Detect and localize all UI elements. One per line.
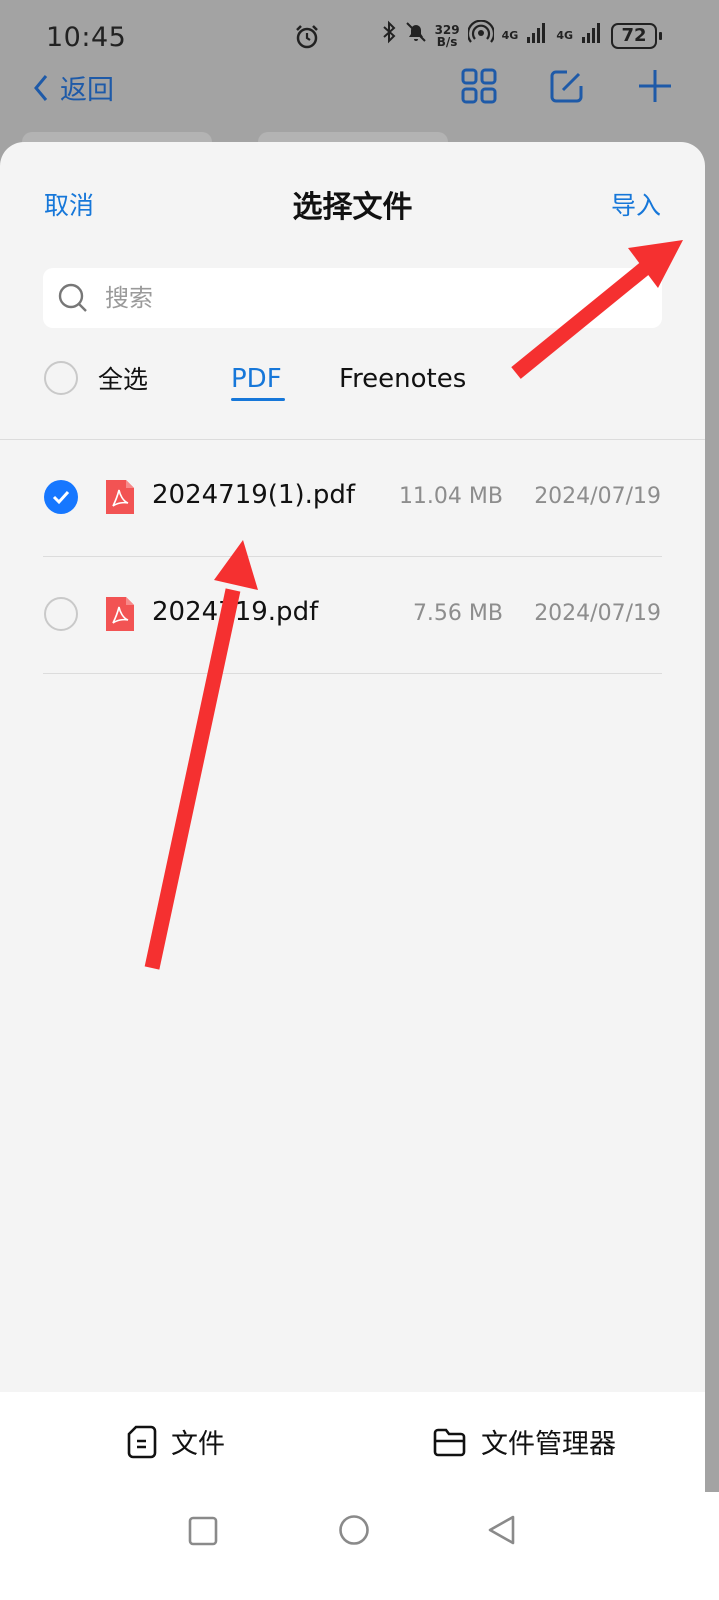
back-label: 返回 (60, 75, 114, 106)
folder-icon (433, 1428, 466, 1456)
file-size: 11.04 MB (398, 484, 503, 509)
file-checkbox-checked[interactable] (44, 480, 78, 514)
signal-icon-2 (581, 21, 603, 51)
battery-indicator: 72 (611, 22, 662, 49)
speed-unit: B/s (436, 34, 458, 49)
grid-view-icon[interactable] (461, 68, 497, 108)
system-nav-bar (0, 1492, 719, 1600)
sheet-header: 取消 选择文件 导入 (0, 142, 705, 262)
file-list: 2024719(1).pdf 11.04 MB 2024/07/19 20247… (0, 440, 705, 674)
filter-row: 全选 PDF Freenotes (0, 352, 705, 412)
file-date: 2024/07/19 (534, 601, 661, 626)
file-name: 2024719(1).pdf (152, 480, 356, 510)
select-all-label: 全选 (98, 365, 149, 394)
files-label: 文件 (171, 1429, 225, 1460)
status-icons: 329 B/s 4G 4G 72 (381, 19, 662, 51)
pdf-file-icon (104, 595, 136, 637)
file-manager-button[interactable]: 文件管理器 (433, 1422, 616, 1461)
sheet-title: 选择文件 (292, 190, 413, 225)
status-time: 10:45 (46, 22, 127, 53)
add-icon[interactable] (637, 68, 673, 108)
search-icon (58, 283, 87, 312)
edit-icon[interactable] (549, 68, 585, 108)
chevron-left-icon (34, 74, 48, 101)
tab-freenotes[interactable]: Freenotes (339, 364, 466, 394)
tab-pdf[interactable]: PDF (231, 364, 282, 394)
alarm-icon (294, 24, 320, 57)
file-manager-label: 文件管理器 (481, 1429, 616, 1460)
signal-icon (526, 21, 548, 51)
row-divider (43, 673, 662, 674)
import-button[interactable]: 导入 (611, 186, 661, 222)
recent-apps-icon[interactable] (188, 1516, 218, 1550)
screen: 10:45 329 B/s 4G 4G 72 返回 取消 选择文件 导入 搜索 … (0, 0, 719, 1600)
active-tab-indicator (231, 398, 285, 401)
status-bar: 10:45 329 B/s 4G 4G 72 (0, 0, 719, 70)
network-speed: 329 B/s (435, 24, 460, 48)
file-row[interactable]: 2024719.pdf 7.56 MB 2024/07/19 (0, 557, 705, 674)
nav-back-icon[interactable] (486, 1514, 516, 1550)
select-all-radio[interactable] (44, 361, 78, 395)
search-box[interactable] (43, 268, 662, 328)
file-date: 2024/07/19 (534, 484, 661, 509)
file-size: 7.56 MB (412, 601, 503, 626)
sheet-footer: 文件 文件管理器 (0, 1392, 705, 1492)
network-type-1: 4G (501, 29, 519, 42)
search-input[interactable] (105, 284, 625, 312)
select-all[interactable]: 全选 (44, 360, 148, 396)
files-button[interactable]: 文件 (127, 1422, 225, 1461)
pdf-file-icon (104, 478, 136, 520)
back-button[interactable]: 返回 (30, 68, 114, 107)
top-nav: 返回 (0, 62, 719, 122)
speed-value: 329 (434, 22, 460, 37)
file-picker-sheet: 取消 选择文件 导入 全选 PDF Freenotes (0, 142, 705, 1492)
hotspot-icon (466, 19, 495, 51)
file-row[interactable]: 2024719(1).pdf 11.04 MB 2024/07/19 (0, 440, 705, 557)
checkmark-icon (52, 490, 70, 505)
nav-actions (461, 68, 673, 108)
document-icon (127, 1425, 157, 1458)
mute-bell-icon (405, 20, 427, 51)
home-icon[interactable] (338, 1514, 370, 1550)
file-checkbox[interactable] (44, 597, 78, 631)
file-name: 2024719.pdf (152, 597, 319, 627)
bluetooth-icon (381, 20, 397, 51)
network-type-2: 4G (556, 29, 573, 42)
